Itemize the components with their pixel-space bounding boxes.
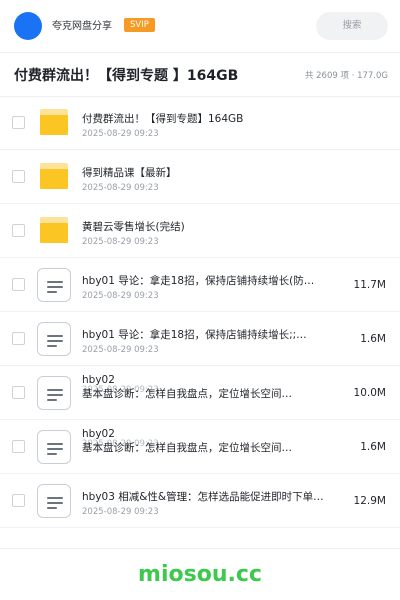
title-row: 付费群流出！【得到专题 】164GB 共 2609 项 · 177.0G bbox=[0, 60, 400, 94]
file-size: 1.6M bbox=[360, 333, 386, 345]
file-name: hby02 基本盘诊断：怎样自我盘点，定位增长空间… bbox=[82, 373, 328, 401]
username: 夸克网盘分享 bbox=[52, 21, 112, 32]
file-date: 2025-08-29 09:23 bbox=[82, 237, 159, 247]
file-list: 付费群流出！【得到专题】164GB 2025-08-29 09:23 得到精品课… bbox=[0, 96, 400, 528]
file-size: 12.9M bbox=[353, 495, 386, 507]
file-row[interactable]: 2025-08-29 09:23 hby02 基本盘诊断：怎样自我盘点，定位增长… bbox=[0, 420, 400, 474]
file-row[interactable]: 付费群流出！【得到专题】164GB 2025-08-29 09:23 bbox=[0, 96, 400, 150]
file-name-line1: hby02 bbox=[82, 428, 115, 440]
file-date: 2025-08-29 09:23 bbox=[82, 507, 159, 517]
file-date: 2025-08-29 09:23 bbox=[82, 345, 159, 355]
file-name: hby02 基本盘诊断：怎样自我盘点，定位增长空间… bbox=[82, 427, 328, 455]
file-row[interactable]: hby01 导论：拿走18招，保持店铺持续增长(防… 2025-08-29 09… bbox=[0, 258, 400, 312]
document-icon bbox=[37, 322, 71, 356]
file-name: hby03 相减&性&管理：怎样选品能促进即时下单… bbox=[82, 491, 324, 503]
file-name: hby01 导论：拿走18招，保持店铺持续增长;;… bbox=[82, 329, 307, 341]
folder-icon bbox=[40, 109, 68, 135]
watermark-text: miosou.cc bbox=[138, 562, 262, 587]
row-checkbox[interactable] bbox=[12, 116, 25, 129]
footer-divider bbox=[0, 548, 400, 549]
file-row[interactable]: 2025-08-29 09:23 hby02 基本盘诊断：怎样自我盘点，定位增长… bbox=[0, 366, 400, 420]
file-row[interactable]: 得到精品课【最新】 2025-08-29 09:23 bbox=[0, 150, 400, 204]
file-size: 10.0M bbox=[353, 387, 386, 399]
file-name: 黄碧云零售增长(完结) bbox=[82, 221, 185, 233]
document-icon bbox=[37, 430, 71, 464]
file-row[interactable]: hby03 相减&性&管理：怎样选品能促进即时下单… 2025-08-29 09… bbox=[0, 474, 400, 528]
file-date: 2025-08-29 09:23 bbox=[82, 291, 159, 301]
file-row[interactable]: hby01 导论：拿走18招，保持店铺持续增长;;… 2025-08-29 09… bbox=[0, 312, 400, 366]
row-checkbox[interactable] bbox=[12, 494, 25, 507]
row-checkbox[interactable] bbox=[12, 440, 25, 453]
file-name-line2: 基本盘诊断：怎样自我盘点，定位增长空间… bbox=[82, 388, 292, 400]
file-name-line2: 基本盘诊断：怎样自我盘点，定位增长空间… bbox=[82, 442, 292, 454]
svip-badge: SVIP bbox=[124, 18, 155, 32]
file-date: 2025-08-29 09:23 bbox=[82, 183, 159, 193]
row-checkbox[interactable] bbox=[12, 278, 25, 291]
avatar[interactable] bbox=[14, 12, 42, 40]
search-button[interactable]: 搜索 bbox=[316, 12, 388, 40]
file-name-line1: hby02 bbox=[82, 374, 115, 386]
header: 夸克网盘分享 SVIP 搜索 bbox=[0, 0, 400, 52]
row-checkbox[interactable] bbox=[12, 332, 25, 345]
file-name: 付费群流出！【得到专题】164GB bbox=[82, 113, 244, 125]
file-row[interactable]: 黄碧云零售增长(完结) 2025-08-29 09:23 bbox=[0, 204, 400, 258]
page-stats: 共 2609 项 · 177.0G bbox=[304, 71, 388, 81]
document-icon bbox=[37, 376, 71, 410]
file-date: 2025-08-29 09:23 bbox=[82, 129, 159, 139]
folder-icon bbox=[40, 163, 68, 189]
document-icon bbox=[37, 484, 71, 518]
folder-icon bbox=[40, 217, 68, 243]
file-size: 11.7M bbox=[353, 279, 386, 291]
row-checkbox[interactable] bbox=[12, 224, 25, 237]
header-divider bbox=[0, 52, 400, 53]
document-icon bbox=[37, 268, 71, 302]
row-checkbox[interactable] bbox=[12, 170, 25, 183]
file-name: hby01 导论：拿走18招，保持店铺持续增长(防… bbox=[82, 275, 315, 287]
row-checkbox[interactable] bbox=[12, 386, 25, 399]
file-name: 得到精品课【最新】 bbox=[82, 167, 177, 179]
file-size: 1.6M bbox=[360, 441, 386, 453]
page-title: 付费群流出！【得到专题 】164GB bbox=[14, 68, 239, 84]
